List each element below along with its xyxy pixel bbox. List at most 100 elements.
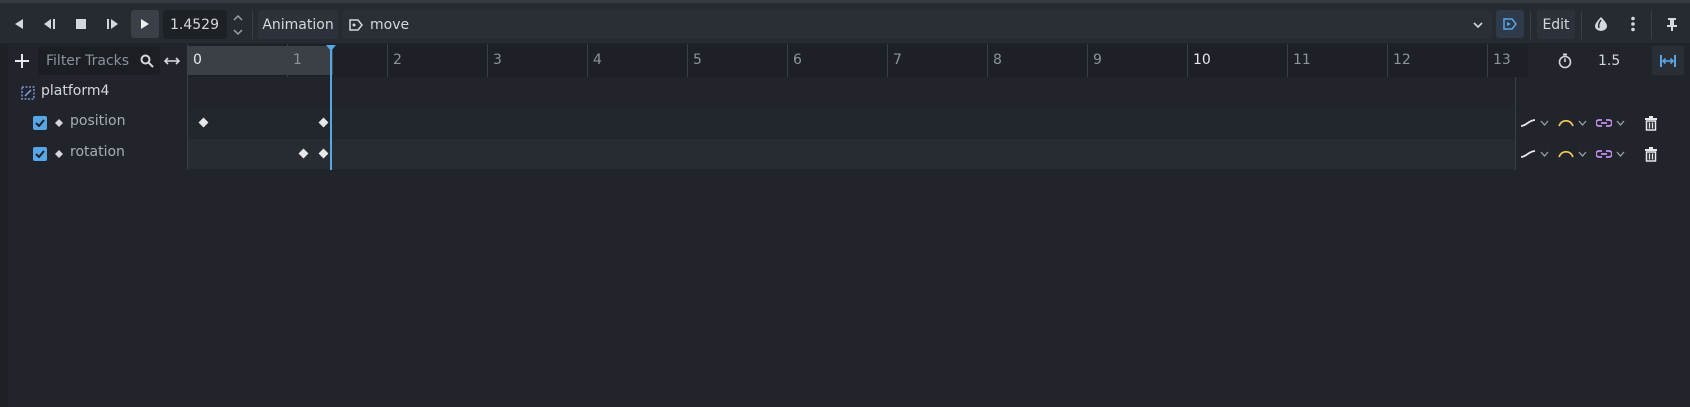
divider — [1530, 11, 1531, 39]
property-track-icon — [55, 150, 63, 158]
edit-menu-label: Edit — [1542, 16, 1570, 33]
timeline-tick-label: 9 — [1093, 52, 1102, 68]
timeline-tick-label: 7 — [893, 52, 902, 68]
timeline-tick — [1287, 44, 1288, 77]
timeline-tick-label: 4 — [593, 52, 602, 68]
track-row[interactable]: position — [8, 108, 1682, 138]
timeline-tick-label: 8 — [993, 52, 1002, 68]
play-backwards-icon — [15, 19, 23, 29]
keyframe[interactable] — [298, 148, 308, 159]
timeline-tick — [1387, 44, 1388, 77]
animation-toolbar: 1.4529 Animation move Edit — [0, 0, 1690, 43]
timeline-tick — [987, 44, 988, 77]
playhead-marker-icon — [326, 45, 337, 51]
track-separator — [187, 77, 188, 170]
interpolation-mode-dropdown[interactable] — [1558, 139, 1594, 169]
play-icon — [141, 19, 149, 29]
edit-menu-button[interactable]: Edit — [1537, 10, 1575, 39]
keyframe[interactable] — [318, 148, 328, 159]
loop-wrap-icon — [1596, 150, 1612, 158]
stopwatch-icon — [1558, 53, 1572, 68]
dropdown-chevron-icon — [1473, 21, 1483, 28]
add-track-button[interactable] — [8, 46, 36, 75]
checkmark-icon — [35, 119, 45, 127]
animation-selector[interactable]: move — [342, 10, 1492, 39]
timeline-tick-label: 12 — [1393, 52, 1411, 68]
chevron-down-icon — [1616, 151, 1625, 157]
property-track-icon — [55, 119, 63, 127]
onion-skinning-button[interactable] — [1589, 10, 1613, 38]
time-spinner[interactable] — [229, 9, 247, 40]
keyframe[interactable] — [198, 117, 208, 128]
timeline-tick — [487, 44, 488, 77]
pin-button[interactable] — [1660, 10, 1684, 38]
node-row-lane — [187, 77, 1515, 107]
track-separator — [1515, 77, 1516, 170]
update-mode-dropdown[interactable] — [1520, 108, 1556, 138]
play-backwards-from-end-button[interactable] — [8, 10, 30, 38]
divider — [252, 11, 253, 39]
timeline-tick — [687, 44, 688, 77]
chevron-down-icon — [1616, 120, 1625, 126]
divider — [1651, 11, 1652, 39]
remove-track-button[interactable] — [1636, 108, 1666, 138]
keyframe[interactable] — [318, 117, 328, 128]
update-mode-dropdown[interactable] — [1520, 139, 1556, 169]
filter-tracks-input[interactable]: Filter Tracks — [38, 46, 160, 75]
track-lane[interactable] — [187, 139, 1515, 169]
loop-wrap-icon — [1596, 119, 1612, 127]
chevron-up-icon — [233, 14, 243, 21]
time-field[interactable]: 1.4529 — [163, 10, 227, 39]
interpolation-cubic-icon — [1558, 150, 1574, 158]
timeline-tick — [287, 44, 288, 77]
stop-button[interactable] — [70, 10, 92, 38]
loop-mode-button[interactable] — [1652, 46, 1684, 75]
timeline-tick — [187, 44, 188, 77]
animation-menu-button[interactable]: Animation — [258, 10, 338, 39]
loop-wrap-mode-dropdown[interactable] — [1596, 139, 1632, 169]
track-row[interactable]: rotation — [8, 139, 1682, 169]
play-from-current-button[interactable] — [101, 10, 125, 38]
timeline-tick — [1187, 44, 1188, 77]
timeline-tick-label: 3 — [493, 52, 502, 68]
onion-options-button[interactable] — [1621, 10, 1645, 38]
timeline-zoom-fit-button[interactable] — [161, 46, 183, 75]
playhead[interactable] — [326, 45, 337, 170]
kebab-menu-icon — [1631, 16, 1635, 32]
timeline-tick-label: 0 — [193, 52, 202, 68]
trash-icon — [1645, 115, 1657, 131]
node-row[interactable]: platform4 — [8, 77, 187, 107]
autoplay-on-load-button[interactable] — [1496, 10, 1524, 38]
chevron-down-icon — [1578, 151, 1587, 157]
trash-icon — [1645, 146, 1657, 162]
play-button[interactable] — [131, 10, 159, 38]
track-label: rotation — [70, 144, 125, 160]
dock-margin — [0, 44, 8, 407]
search-icon — [140, 54, 154, 68]
chevron-down-icon — [1540, 120, 1549, 126]
timeline-tick-label: 6 — [793, 52, 802, 68]
remove-track-button[interactable] — [1636, 139, 1666, 169]
filter-tracks-placeholder: Filter Tracks — [46, 52, 130, 69]
fit-to-length-icon — [1660, 54, 1676, 67]
timeline-tick — [887, 44, 888, 77]
animation-length-field[interactable]: 1.5 — [1590, 46, 1640, 75]
loop-wrap-mode-dropdown[interactable] — [1596, 108, 1632, 138]
track-enabled-checkbox[interactable] — [33, 147, 47, 161]
track-enabled-checkbox[interactable] — [33, 116, 47, 130]
animation-menu-label: Animation — [262, 16, 334, 33]
track-lane[interactable] — [187, 108, 1515, 138]
chevron-down-icon — [1578, 120, 1587, 126]
timeline-tick — [1087, 44, 1088, 77]
timeline-ticks: 0 1 2 3 4 5 6 7 8 9 10 11 12 13 — [187, 44, 1528, 77]
timeline-tick-label: 10 — [1193, 52, 1211, 68]
play-current-icon — [107, 19, 118, 29]
play-backwards-button[interactable] — [38, 10, 60, 38]
play-backwards-current-icon — [44, 19, 55, 29]
interpolation-mode-dropdown[interactable] — [1558, 108, 1594, 138]
horizontal-arrows-icon — [164, 56, 180, 65]
checkmark-icon — [35, 150, 45, 158]
timeline-tick-label: 11 — [1293, 52, 1311, 68]
onion-icon — [1595, 17, 1607, 31]
animation-length-toggle[interactable] — [1540, 46, 1590, 75]
